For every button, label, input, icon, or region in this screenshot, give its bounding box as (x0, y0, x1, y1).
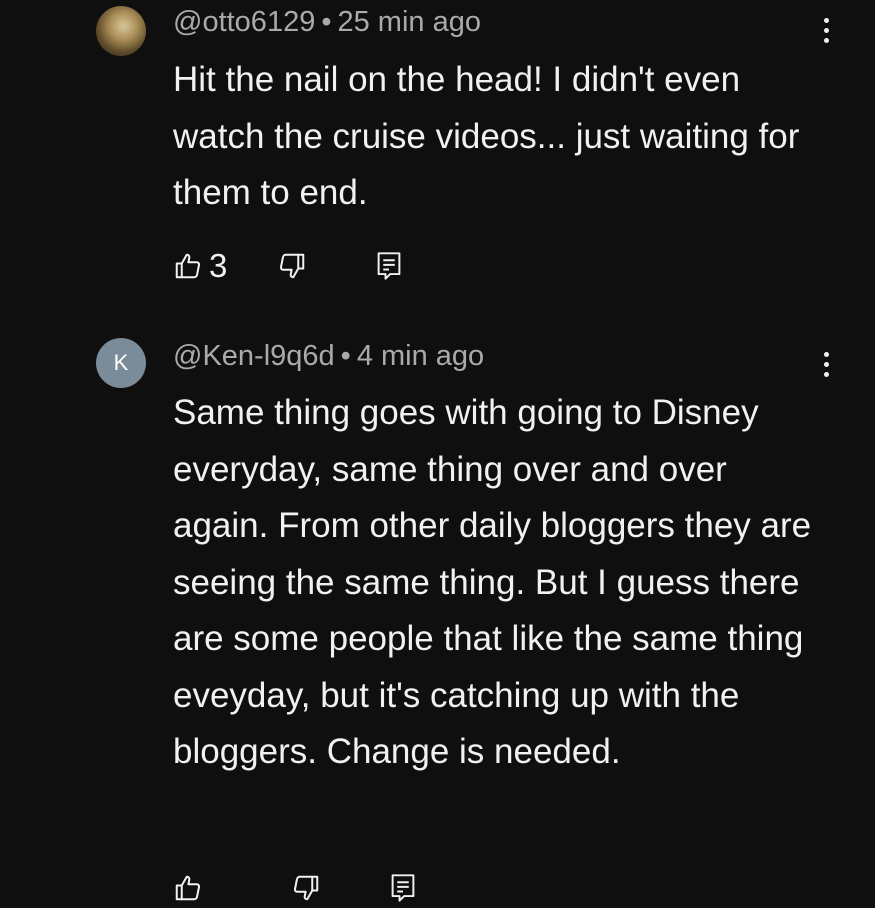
reply-button[interactable] (375, 251, 403, 281)
like-button[interactable]: 3 (173, 247, 227, 285)
thumbs-up-icon (175, 875, 201, 901)
author-name[interactable]: @Ken-l9q6d (173, 340, 335, 372)
author-name[interactable]: @otto6129 (173, 6, 315, 38)
comment-actions: 3 (173, 246, 403, 286)
meta-separator: • (340, 340, 351, 372)
comment-time[interactable]: 25 min ago (337, 6, 481, 38)
thumbs-up-icon (175, 253, 201, 279)
avatar[interactable]: K (96, 338, 146, 388)
comment-meta: @Ken-l9q6d • 4 min ago (173, 340, 484, 373)
like-count: 3 (209, 247, 228, 284)
comment-item: K @Ken-l9q6d • 4 min ago Same thing goes w… (0, 330, 875, 902)
more-options-button[interactable] (812, 10, 840, 50)
comment-actions (173, 868, 417, 908)
avatar[interactable] (96, 6, 146, 56)
comment-text: Hit the nail on the head! I didn't even … (173, 60, 800, 212)
comment-time[interactable]: 4 min ago (357, 340, 484, 372)
more-options-button[interactable] (812, 344, 840, 384)
dislike-button[interactable] (277, 251, 307, 281)
comment-item: @otto6129 • 25 min ago Hit the nail on the… (0, 0, 875, 320)
reply-icon (391, 874, 415, 902)
thumbs-down-icon (293, 875, 319, 901)
meta-separator: • (321, 6, 332, 38)
comment-meta: @otto6129 • 25 min ago (173, 6, 481, 39)
reply-icon (377, 252, 401, 280)
comment-text: Same thing goes with going to Disney eve… (173, 393, 812, 771)
reply-button[interactable] (389, 873, 417, 903)
more-vertical-icon (823, 351, 829, 357)
dislike-button[interactable] (291, 873, 321, 903)
thumbs-down-icon (280, 253, 305, 279)
like-button[interactable] (173, 873, 209, 903)
more-vertical-icon (823, 17, 829, 23)
